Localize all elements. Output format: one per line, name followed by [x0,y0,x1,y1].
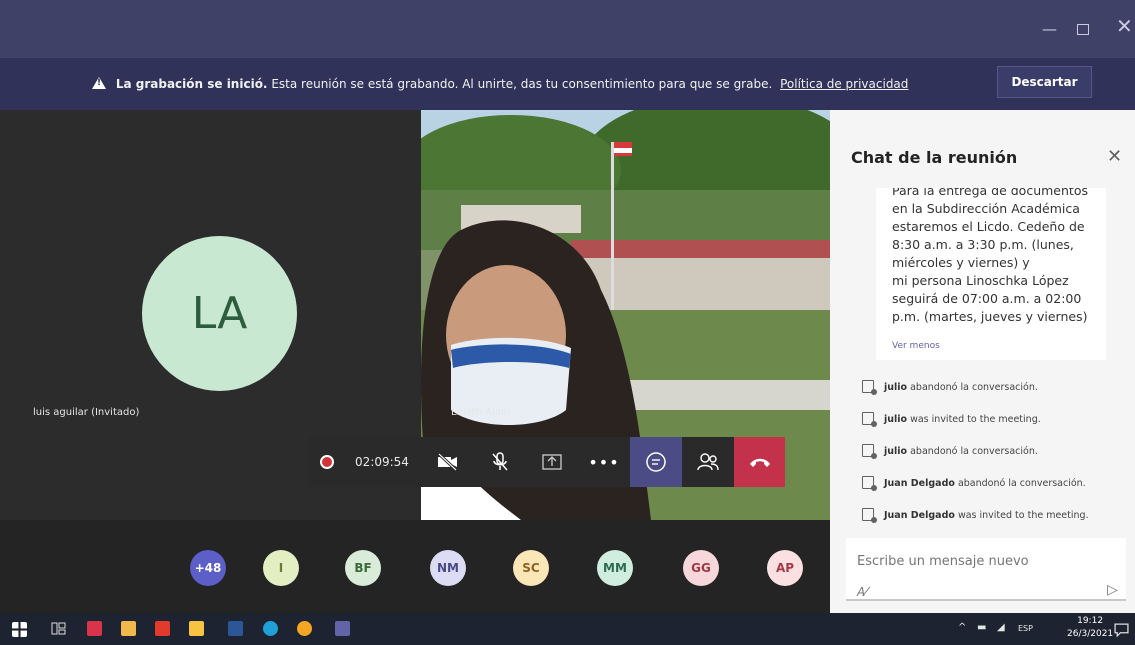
more-icon: ••• [588,452,620,472]
recording-banner: La grabación se inició. Esta reunión se … [0,58,1135,110]
event-user-name: julio [884,446,908,457]
windows-taskbar: ^ ▬ ◢ ESP 19:12 26/3/2021 [0,613,1135,645]
language-indicator[interactable]: ESP [1018,624,1033,633]
chat-icon [646,452,666,472]
chat-event-row: julio abandonó la conversación. [862,377,1038,395]
participant-avatar[interactable]: AP [767,550,803,586]
share-icon [542,454,562,470]
banner-message: La grabación se inició. Esta reunión se … [92,76,908,91]
event-user-name: Juan Delgado [884,510,955,521]
chat-event-row: julio abandonó la conversación. [862,441,1038,459]
hang-up-icon [749,458,770,467]
close-chat-button[interactable]: ✕ [1107,146,1122,167]
network-icon[interactable]: ▬ [977,622,986,633]
participants-strip: +48 I BF NM SC MM GG AP [0,520,830,613]
maximize-button[interactable] [1077,24,1089,35]
avatar: LA [142,236,297,391]
edge-icon[interactable] [263,621,278,636]
call-timer: 02:09:54 [342,437,422,487]
record-icon [320,455,334,469]
chat-message: Para la entrega de documentos en la Subd… [876,188,1106,360]
clock-date: 26/3/2021 [1067,629,1114,639]
event-icon [862,508,877,523]
dismiss-button[interactable]: Descartar [997,66,1092,98]
teams-meeting-window: — ✕ La grabación se inició. Esta reunión… [0,0,1135,645]
privacy-policy-link[interactable]: Política de privacidad [780,77,908,91]
pdf-reader-icon[interactable] [155,621,170,636]
chat-event-row: Juan Delgado was invited to the meeting. [862,505,1089,523]
see-less-link[interactable]: Ver menos [892,341,940,351]
minimize-button[interactable]: — [1042,22,1057,37]
mic-off-icon [492,452,508,471]
participant-name: luis aguilar (Invitado) [33,407,140,418]
participant-avatar[interactable]: I [263,550,299,586]
store-icon[interactable] [189,621,204,636]
send-icon[interactable]: ▷ [1107,582,1118,598]
windows-start-icon[interactable] [12,622,27,637]
participant-avatar[interactable]: MM [597,550,633,586]
mic-toggle-button[interactable] [474,437,526,487]
chat-event-row: julio was invited to the meeting. [862,409,1041,427]
meeting-chat-panel: Chat de la reunión ✕ Para la entrega de … [830,110,1135,613]
chat-title: Chat de la reunión [851,148,1018,167]
clock-time: 19:12 [1077,616,1104,626]
chat-toggle-button[interactable] [630,437,682,487]
message-text: Para la entrega de documentos en la Subd… [892,188,1088,324]
more-options-button[interactable]: ••• [578,437,630,487]
teams-icon[interactable] [335,621,350,636]
call-controls: 02:09:54 ••• [308,437,785,487]
event-text: abandonó la conversación. [910,382,1038,393]
format-icon[interactable]: A⁄ [857,585,867,599]
warning-icon [92,77,106,89]
title-bar: — ✕ [0,0,1135,58]
banner-text: Esta reunión se está grabando. Al unirte… [271,77,773,91]
event-icon [862,444,877,459]
notifications-icon[interactable] [1114,622,1129,637]
close-window-button[interactable]: ✕ [1116,16,1133,36]
participant-avatar[interactable]: NM [430,550,466,586]
participant-avatar[interactable]: GG [683,550,719,586]
compose-box: A⁄ ▷ [846,538,1126,601]
event-user-name: Juan Delgado [884,478,955,489]
more-participants-badge[interactable]: +48 [190,550,226,586]
share-button[interactable] [526,437,578,487]
participant-avatar[interactable]: SC [513,550,549,586]
event-text: abandonó la conversación. [910,446,1038,457]
camera-off-icon [437,453,458,471]
clock[interactable]: 19:12 26/3/2021 [1067,615,1113,641]
event-user-name: julio [884,414,908,425]
chrome-icon[interactable] [297,621,312,636]
event-user-name: julio [884,382,908,393]
hang-up-button[interactable] [734,437,785,487]
people-icon [697,453,719,471]
event-icon [862,380,877,395]
file-explorer-icon[interactable] [121,621,136,636]
event-text: was invited to the meeting. [910,414,1041,425]
word-icon[interactable] [228,621,243,636]
message-input[interactable] [857,554,1107,569]
event-icon [862,412,877,427]
chevron-up-icon[interactable]: ^ [958,622,966,633]
participant-name: Lineth Alain [451,407,511,418]
participant-avatar[interactable]: BF [345,550,381,586]
video-stage: LA luis aguilar (Invitado) Lineth Alain … [0,110,830,520]
event-text: was invited to the meeting. [957,510,1089,521]
participants-button[interactable] [682,437,734,487]
event-text: abandonó la conversación. [957,478,1086,489]
chat-event-row: Juan Delgado abandonó la conversación. [862,473,1086,491]
event-icon [862,476,877,491]
volume-icon[interactable]: ◢ [997,622,1005,633]
task-view-icon[interactable] [51,621,66,636]
mail-app-icon[interactable] [87,621,102,636]
timer-text: 02:09:54 [355,455,409,469]
recording-indicator [320,437,334,487]
banner-bold-text: La grabación se inició. [115,77,268,91]
camera-toggle-button[interactable] [422,437,474,487]
